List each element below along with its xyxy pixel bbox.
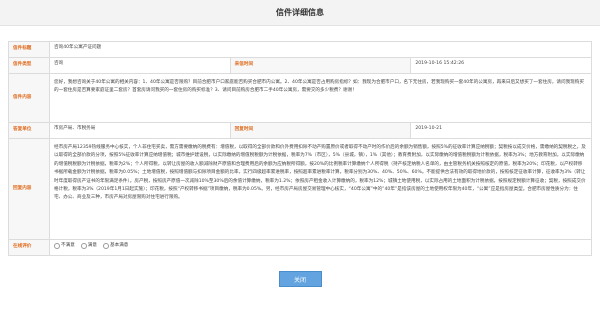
rating-satisfied-radio[interactable] [80, 243, 87, 250]
type-value: 咨询 [49, 57, 231, 74]
button-bar: 关闭 [8, 271, 592, 287]
close-button[interactable]: 关闭 [278, 271, 322, 287]
unit-label: 答复单位 [8, 122, 50, 139]
content-row: 信件内容 您好，我想咨询关于40年公寓的相关内容：1、40年公寓是否限购？目前合… [8, 73, 592, 123]
rating-dissatisfied-label: 不满意 [61, 243, 75, 248]
reply-content-value: 经市房产局12359热线服务中心核实，个人非住宅买卖，需方需要缴纳的税费有：增值… [49, 138, 592, 240]
time-label: 来信时间 [229, 57, 412, 74]
content-value: 您好，我想咨询关于40年公寓的相关内容：1、40年公寓是否限购？目前合肥市户口家… [49, 73, 592, 123]
reply-time-label: 回复时间 [229, 122, 412, 139]
evaluation-options: 不满意 满意 基本满意 [49, 239, 592, 256]
unit-row: 答复单位 市房产局、市税务局 回复时间 2019-10-21 [8, 122, 592, 139]
reply-content-label: 回复内容 [8, 138, 50, 240]
title-label: 信件标题 [8, 41, 50, 58]
rating-basically-satisfied-label: 基本满意 [110, 243, 129, 248]
type-row: 信件类型 咨询 来信时间 2019-10-16 15:42:26 [8, 57, 592, 74]
evaluation-row: 在线评价 不满意 满意 基本满意 [8, 239, 592, 256]
title-value: 咨询40年公寓产证问题 [49, 41, 592, 58]
rating-dissatisfied-radio[interactable] [54, 243, 60, 250]
rating-basically-satisfied[interactable]: 基本满意 [103, 242, 128, 250]
title-row: 信件标题 咨询40年公寓产证问题 [8, 41, 592, 58]
rating-basically-satisfied-radio[interactable] [103, 243, 109, 250]
reply-content-row: 回复内容 经市房产局12359热线服务中心核实，个人非住宅买卖，需方需要缴纳的税… [8, 138, 592, 240]
rating-satisfied-label: 满意 [87, 243, 97, 248]
letter-detail-table: 信件标题 咨询40年公寓产证问题 信件类型 咨询 来信时间 2019-10-16… [8, 41, 592, 256]
rating-dissatisfied[interactable]: 不满意 [54, 242, 75, 250]
content-label: 信件内容 [8, 73, 50, 123]
letter-detail-panel: 信件标题 咨询40年公寓产证问题 信件类型 咨询 来信时间 2019-10-16… [0, 26, 600, 287]
page-title: 信件详细信息 [276, 8, 324, 17]
unit-value: 市房产局、市税务局 [49, 122, 231, 139]
type-label: 信件类型 [8, 57, 50, 74]
time-value: 2019-10-16 15:42:26 [410, 57, 592, 74]
page-header: 信件详细信息 [0, 0, 600, 26]
reply-time-value: 2019-10-21 [410, 122, 592, 139]
evaluation-label: 在线评价 [8, 239, 50, 256]
rating-satisfied[interactable]: 满意 [80, 242, 97, 250]
